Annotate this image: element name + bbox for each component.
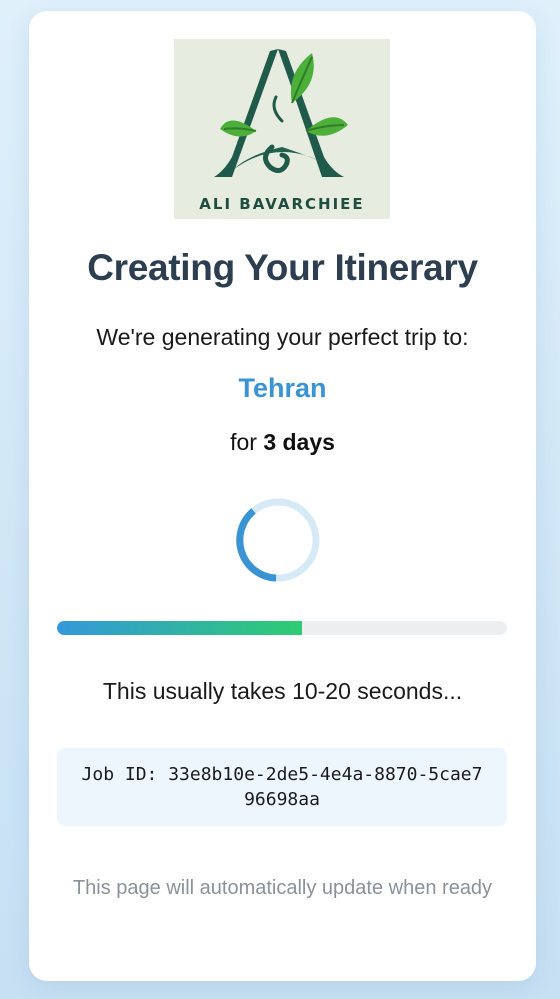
brand-logo-text: ALI BAVARCHIEE <box>199 195 365 213</box>
trip-intro-text: We're generating your perfect trip to: <box>96 324 469 350</box>
leaf-letter-a-logo-icon <box>214 49 348 177</box>
itinerary-status-card: ALI BAVARCHIEE Creating Your Itinerary W… <box>29 11 536 981</box>
destination-name: Tehran <box>238 373 327 403</box>
auto-update-note: This page will automatically update when… <box>72 877 493 899</box>
job-id-box: Job ID: 33e8b10e-2de5-4e4a-8870-5cae7966… <box>57 748 507 826</box>
loading-spinner-icon <box>236 498 320 582</box>
trip-duration: for 3 days <box>29 429 536 456</box>
page-title: Creating Your Itinerary <box>87 247 478 288</box>
progress-bar <box>57 621 507 635</box>
brand-logo: ALI BAVARCHIEE <box>174 39 390 219</box>
duration-value: 3 days <box>263 429 335 455</box>
job-id-text: Job ID: 33e8b10e-2de5-4e4a-8870-5cae7966… <box>81 764 483 810</box>
duration-prefix: for <box>230 429 257 455</box>
duration-hint: This usually takes 10-20 seconds... <box>102 678 463 704</box>
progress-bar-fill <box>57 621 303 635</box>
